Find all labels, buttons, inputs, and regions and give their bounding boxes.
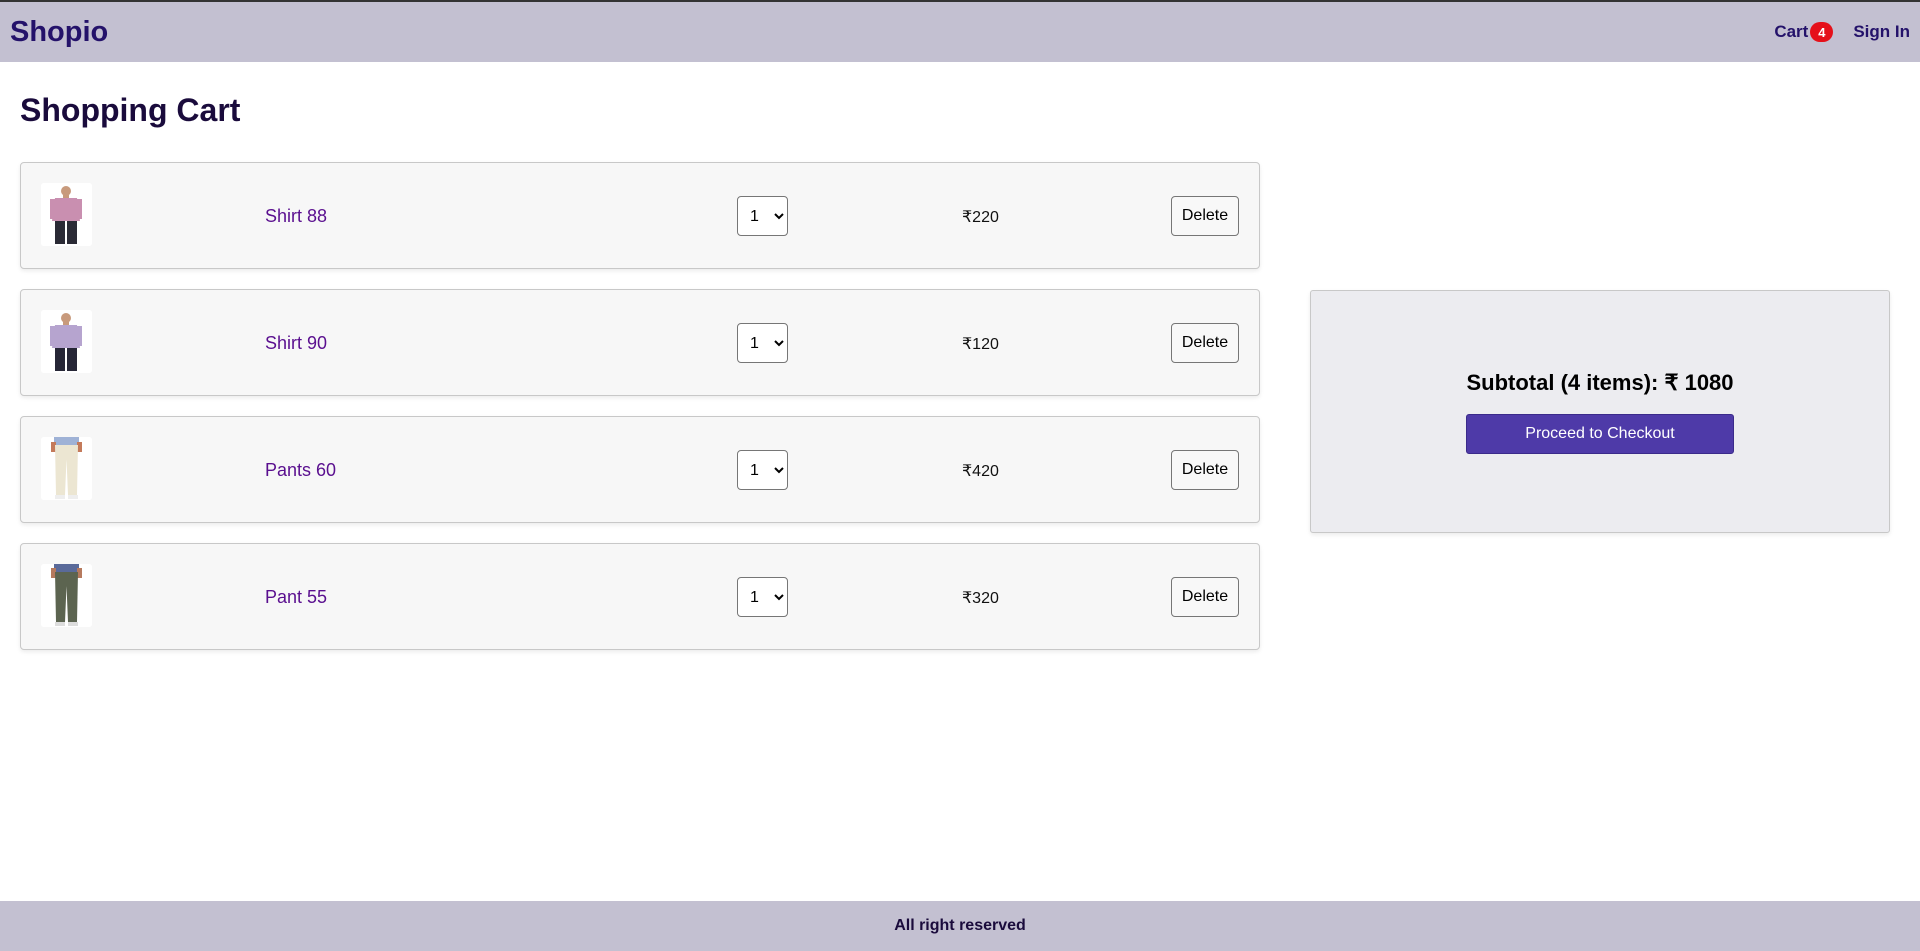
quantity-select[interactable]: 1 <box>737 577 788 617</box>
delete-button[interactable]: Delete <box>1171 323 1239 363</box>
cream-pants-model-icon[interactable] <box>41 437 92 500</box>
footer-text: All right reserved <box>894 917 1026 934</box>
proceed-to-checkout-button[interactable]: Proceed to Checkout <box>1466 413 1734 454</box>
quantity-select[interactable]: 1 <box>737 196 788 236</box>
navbar: Shopio Cart 4 Sign In <box>0 2 1920 62</box>
item-price: ₹320 <box>962 589 999 607</box>
pink-shirt-model-icon[interactable] <box>41 183 92 246</box>
order-summary-panel: Subtotal (4 items): ₹ 1080 Proceed to Ch… <box>1310 290 1890 533</box>
quantity-select[interactable]: 1 <box>737 450 788 490</box>
brand-logo[interactable]: Shopio <box>10 16 108 49</box>
item-name-link[interactable]: Pants 60 <box>265 417 336 524</box>
item-price: ₹220 <box>962 208 999 226</box>
nav-links: Cart 4 Sign In <box>1774 22 1910 42</box>
delete-button[interactable]: Delete <box>1171 577 1239 617</box>
lavender-shirt-model-icon[interactable] <box>41 310 92 373</box>
olive-pants-model-icon[interactable] <box>41 564 92 627</box>
cart-item: Shirt 90 1 ₹120 Delete <box>20 289 1260 396</box>
item-price: ₹120 <box>962 335 999 353</box>
item-name-link[interactable]: Shirt 88 <box>265 163 327 270</box>
cart-count-badge: 4 <box>1810 22 1834 42</box>
page-title: Shopping Cart <box>20 92 241 128</box>
delete-button[interactable]: Delete <box>1171 196 1239 236</box>
delete-button[interactable]: Delete <box>1171 450 1239 490</box>
cart-link[interactable]: Cart 4 <box>1774 22 1834 42</box>
cart-label: Cart <box>1774 22 1809 41</box>
item-name-link[interactable]: Shirt 90 <box>265 290 327 397</box>
item-price: ₹420 <box>962 462 999 480</box>
signin-link[interactable]: Sign In <box>1853 22 1910 42</box>
cart-item: Shirt 88 1 ₹220 Delete <box>20 162 1260 269</box>
quantity-select[interactable]: 1 <box>737 323 788 363</box>
cart-item-list: Shirt 88 1 ₹220 Delete Shirt 90 1 ₹120 D… <box>20 162 1260 670</box>
subtotal-text: Subtotal (4 items): ₹ 1080 <box>1466 369 1734 395</box>
cart-item: Pants 60 1 ₹420 Delete <box>20 416 1260 523</box>
item-name-link[interactable]: Pant 55 <box>265 544 327 651</box>
footer: All right reserved <box>0 901 1920 951</box>
cart-item: Pant 55 1 ₹320 Delete <box>20 543 1260 650</box>
